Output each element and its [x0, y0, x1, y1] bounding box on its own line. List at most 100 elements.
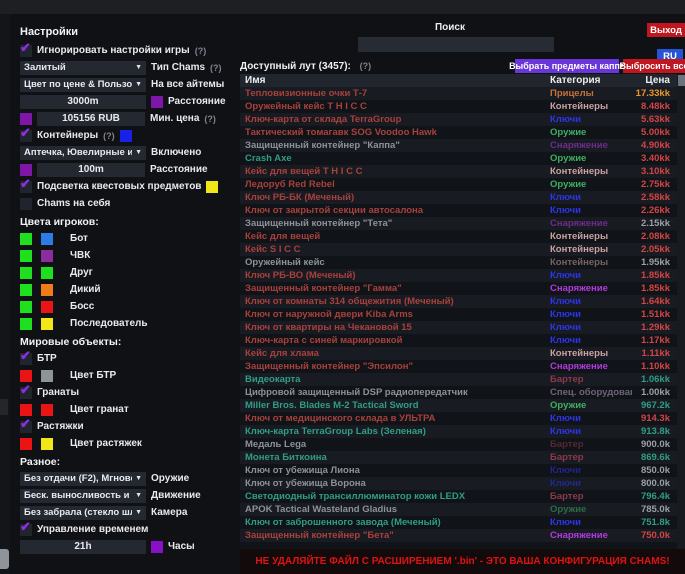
loot-table-row[interactable]: Защищенный контейнер "Бета" Снаряжение 7…	[240, 529, 677, 542]
help-hint[interactable]: (?)	[210, 63, 222, 73]
loot-table-row[interactable]: Защищенный контейнер "Тета" Снаряжение 2…	[240, 217, 677, 230]
world-object-checkbox[interactable]: ✔	[20, 387, 32, 399]
item-category: Снаряжение	[550, 530, 632, 541]
loot-table-row[interactable]: Ключ от квартиры на Чекановой 15 Ключи 1…	[240, 321, 677, 334]
item-price: 2.05kk	[632, 244, 677, 255]
loot-table-row[interactable]: Ключ-карта от склада TerraGroup Ключи 5.…	[240, 113, 677, 126]
loot-table-row[interactable]: Ключ от медицинского склада в УЛЬТРА Клю…	[240, 412, 677, 425]
containers-distance-color-swatch[interactable]	[20, 164, 32, 176]
color-swatch[interactable]	[20, 404, 32, 416]
loot-table-row[interactable]: Ключ РБ-БК (Меченый) Ключи 2.58kk	[240, 191, 677, 204]
help-hint[interactable]: (?)	[195, 46, 207, 56]
loot-table-row[interactable]: Crash Axe Оружие 3.40kk	[240, 152, 677, 165]
misc-dropdown[interactable]: Беск. выносливость и нет уста ▼	[20, 489, 146, 503]
loot-table-row[interactable]: Светодиодный трансиллюминатор кожи LEDX …	[240, 490, 677, 503]
exit-button[interactable]: Выход	[647, 23, 685, 37]
visible-color-swatch[interactable]	[20, 267, 32, 279]
hidden-color-swatch[interactable]	[41, 301, 53, 313]
help-hint[interactable]: (?)	[204, 114, 216, 124]
world-object-checkbox[interactable]: ✔	[20, 421, 32, 433]
misc-dropdown[interactable]: Без забрала (стекло шлема) ▼	[20, 506, 146, 520]
column-header-category[interactable]: Категория	[550, 75, 632, 86]
containers-distance-input[interactable]: 100m	[37, 163, 145, 177]
column-header-price[interactable]: Цена	[632, 75, 677, 86]
loot-table-row[interactable]: Защищенный контейнер "Гамма" Снаряжение …	[240, 282, 677, 295]
loot-table-row[interactable]: Тепловизионные очки Т-7 Прицелы 17.33kk	[240, 87, 677, 100]
color-swatch[interactable]	[41, 404, 53, 416]
visible-color-swatch[interactable]	[20, 284, 32, 296]
select-kappa-items-button[interactable]: Выбрать предметы каппа	[515, 59, 619, 73]
min-price-input[interactable]: 105156 RUB	[37, 112, 145, 126]
hidden-color-swatch[interactable]	[41, 284, 53, 296]
quest-highlight-color-swatch[interactable]	[206, 181, 218, 193]
table-scrollbar-track[interactable]	[677, 74, 685, 555]
loot-table-row[interactable]: Ключ от убежища Ворона Ключи 800.0k	[240, 477, 677, 490]
loot-table-row[interactable]: Ключ от наружной двери Kiba Arms Ключи 1…	[240, 308, 677, 321]
color-swatch[interactable]	[41, 370, 53, 382]
all-items-color-dropdown[interactable]: Цвет по цене & Пользователь ▼	[20, 78, 146, 92]
loot-table-row[interactable]: Кейс для хлама Контейнеры 1.11kk	[240, 347, 677, 360]
chams-type-dropdown[interactable]: Залитый ▼	[20, 61, 146, 75]
color-swatch[interactable]	[20, 438, 32, 450]
table-scrollbar-thumb[interactable]	[678, 75, 685, 86]
hidden-color-swatch[interactable]	[41, 250, 53, 262]
visible-color-swatch[interactable]	[20, 318, 32, 330]
containers-filter-dropdown[interactable]: Аптечка, Ювелирные и... ▼	[20, 146, 146, 160]
item-name: Ключ-карта от склада TerraGroup	[240, 114, 550, 125]
item-price: 913.8k	[632, 426, 677, 437]
visible-color-swatch[interactable]	[20, 301, 32, 313]
loot-table-row[interactable]: Ключ РБ-ВО (Меченый) Ключи 1.85kk	[240, 269, 677, 282]
containers-checkbox[interactable]: ✔	[20, 130, 32, 142]
help-hint[interactable]: (?)	[360, 61, 372, 71]
loot-table-row[interactable]: Оружейный кейс T H I C C Контейнеры 8.48…	[240, 100, 677, 113]
hours-color-swatch[interactable]	[151, 541, 163, 553]
item-price: 3.40kk	[632, 153, 677, 164]
loot-table-row[interactable]: Ледоруб Red Rebel Оружие 2.75kk	[240, 178, 677, 191]
loot-table-row[interactable]: Miller Bros. Blades M-2 Tactical Sword О…	[240, 399, 677, 412]
column-header-name[interactable]: Имя	[240, 75, 550, 86]
loot-table-row[interactable]: Ключ от закрытой секции автосалона Ключи…	[240, 204, 677, 217]
distance-input[interactable]: 3000m	[20, 95, 146, 109]
loot-table-row[interactable]: Ключ-карта TerraGroup Labs (Зеленая) Клю…	[240, 425, 677, 438]
loot-table-row[interactable]: Видеокарта Бартер 1.06kk	[240, 373, 677, 386]
chevron-down-icon: ▼	[135, 64, 142, 71]
help-hint[interactable]: (?)	[103, 131, 115, 141]
loot-table-row[interactable]: APOK Tactical Wasteland Gladius Оружие 7…	[240, 503, 677, 516]
search-input[interactable]	[358, 37, 554, 52]
loot-table-row[interactable]: Цифровой защищенный DSP радиопередатчик …	[240, 386, 677, 399]
loot-table-row[interactable]: Кейс для вещей T H I C C Контейнеры 3.10…	[240, 165, 677, 178]
misc-dropdown[interactable]: Без отдачи (F2), Мгновенное п ▼	[20, 472, 146, 486]
loot-table-row[interactable]: Ключ-карта с синей маркировкой Ключи 1.1…	[240, 334, 677, 347]
loot-table-row[interactable]: Монета Биткоина Бартер 869.6k	[240, 451, 677, 464]
loot-table-row[interactable]: Кейс для вещей Контейнеры 2.08kk	[240, 230, 677, 243]
quest-highlight-checkbox[interactable]: ✔	[20, 181, 32, 193]
containers-distance-label: Расстояние	[150, 164, 208, 175]
drop-all-button[interactable]: Выбросить все	[623, 59, 685, 73]
time-control-checkbox[interactable]: ✔	[20, 524, 32, 536]
loot-table-row[interactable]: Медаль Lega Бартер 900.0k	[240, 438, 677, 451]
min-price-color-swatch[interactable]	[20, 113, 32, 125]
visible-color-swatch[interactable]	[20, 233, 32, 245]
loot-table-row[interactable]: Защищенный контейнер "Эпсилон" Снаряжени…	[240, 360, 677, 373]
self-chams-checkbox[interactable]	[20, 198, 32, 210]
world-object-checkbox[interactable]: ✔	[20, 353, 32, 365]
loot-table-row[interactable]: Кейс S I C C Контейнеры 2.05kk	[240, 243, 677, 256]
color-swatch[interactable]	[41, 438, 53, 450]
distance-color-swatch[interactable]	[151, 96, 163, 108]
player-color-row: Последователь	[12, 315, 236, 332]
loot-table-row[interactable]: Защищенный контейнер "Каппа" Снаряжение …	[240, 139, 677, 152]
ignore-game-settings-checkbox[interactable]: ✔	[20, 45, 32, 57]
visible-color-swatch[interactable]	[20, 250, 32, 262]
loot-table-row[interactable]: Ключ от убежища Лиона Ключи 850.0k	[240, 464, 677, 477]
hidden-color-swatch[interactable]	[41, 318, 53, 330]
loot-table-row[interactable]: Ключ от заброшенного завода (Меченый) Кл…	[240, 516, 677, 529]
hidden-color-swatch[interactable]	[41, 267, 53, 279]
containers-color-swatch[interactable]	[120, 130, 132, 142]
color-swatch[interactable]	[20, 370, 32, 382]
loot-table-row[interactable]: Ключ от комнаты 314 общежития (Меченый) …	[240, 295, 677, 308]
hidden-color-swatch[interactable]	[41, 233, 53, 245]
loot-table-row[interactable]: Оружейный кейс Контейнеры 1.95kk	[240, 256, 677, 269]
world-object-toggle-row: ✔ БТР	[12, 350, 236, 367]
hours-input[interactable]: 21h	[20, 540, 146, 554]
loot-table-row[interactable]: Тактический томагавк SOG Voodoo Hawk Ору…	[240, 126, 677, 139]
